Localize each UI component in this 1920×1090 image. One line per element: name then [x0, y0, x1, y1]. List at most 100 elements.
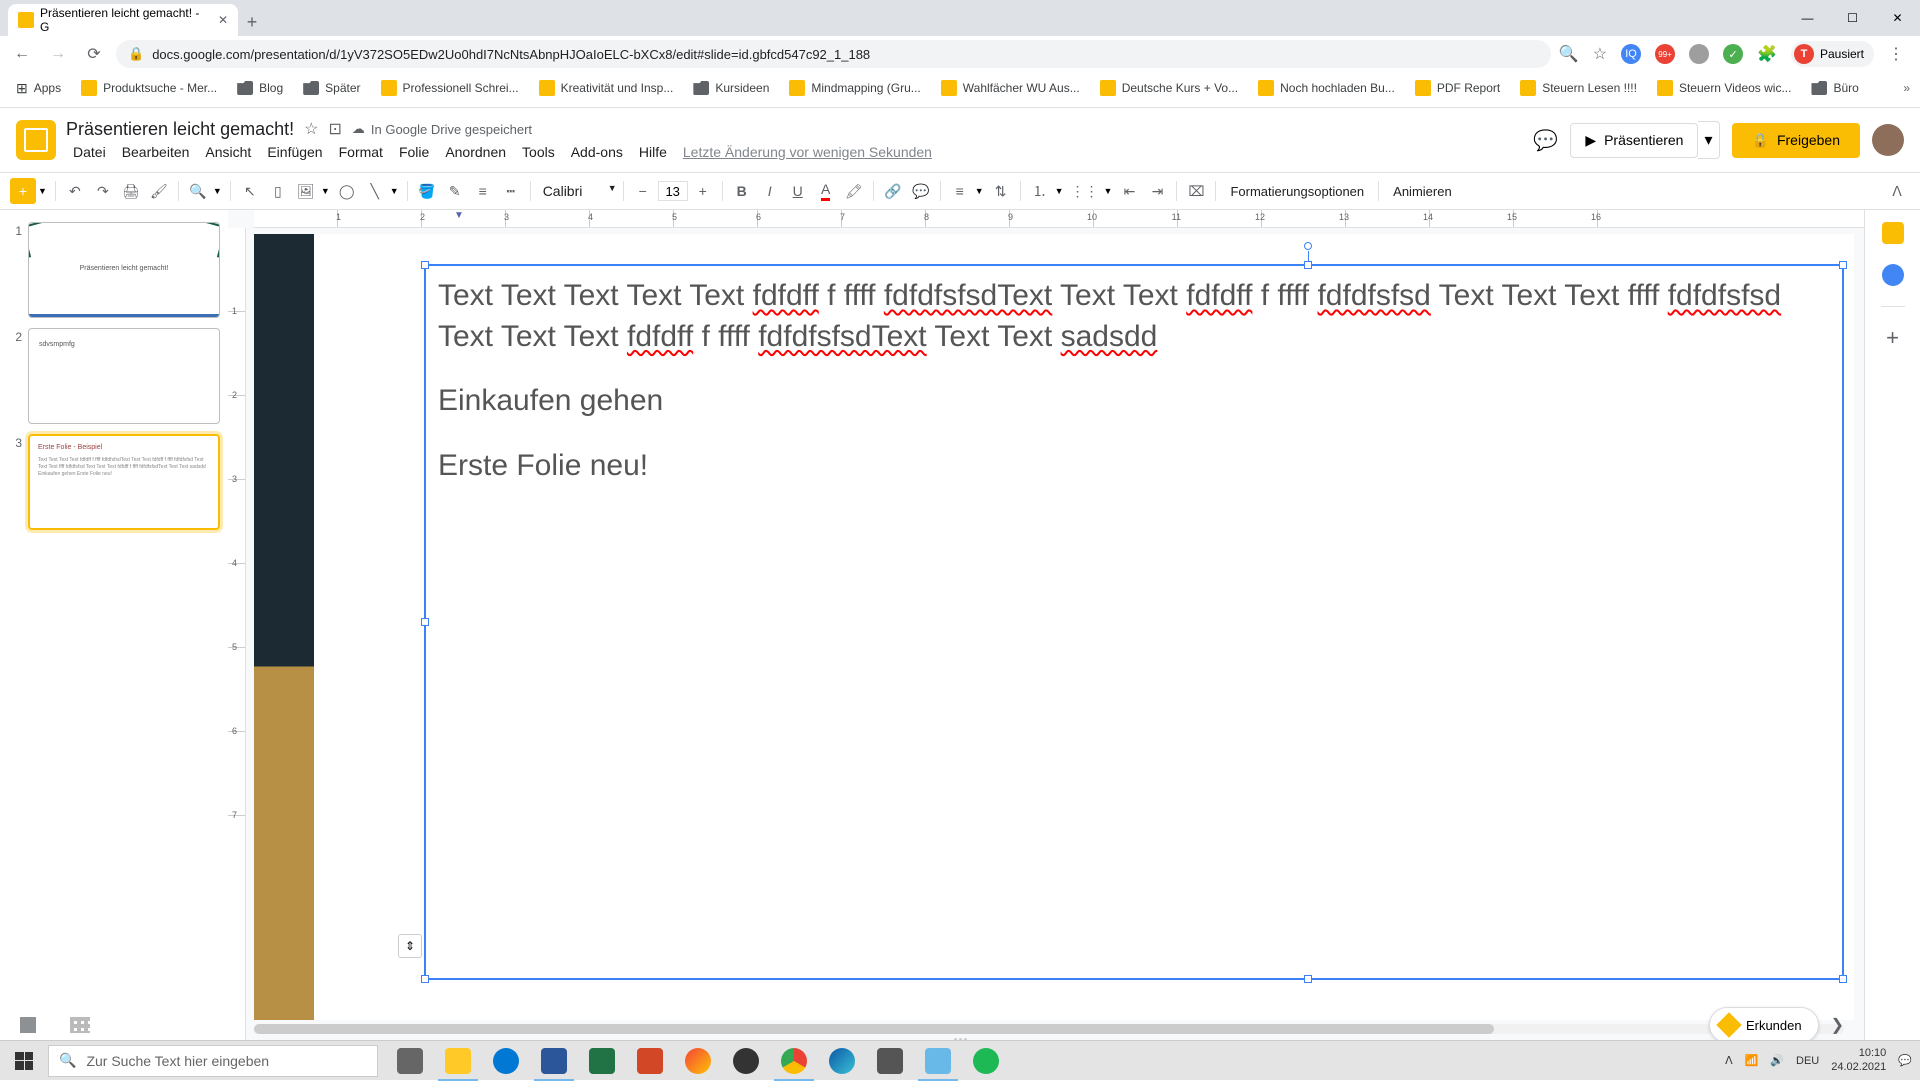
- notifications-icon[interactable]: 💬: [1898, 1054, 1912, 1067]
- menu-format[interactable]: Format: [332, 142, 390, 162]
- word-icon[interactable]: [530, 1041, 578, 1081]
- task-view-icon[interactable]: [386, 1041, 434, 1081]
- next-slide-arrow-icon[interactable]: ❯: [1831, 1015, 1844, 1035]
- text-content[interactable]: Text Text Text Text Text fdfdff f ffff f…: [426, 266, 1842, 520]
- bookmark-item[interactable]: Produktsuche - Mer...: [75, 76, 223, 100]
- last-change-link[interactable]: Letzte Änderung vor wenigen Sekunden: [676, 142, 939, 162]
- reload-button[interactable]: ⟳: [80, 40, 108, 68]
- new-tab-button[interactable]: +: [238, 8, 266, 36]
- app-icon[interactable]: [674, 1041, 722, 1081]
- present-dropdown[interactable]: ▾: [1698, 121, 1719, 159]
- forward-button[interactable]: →: [44, 40, 72, 68]
- new-slide-dropdown[interactable]: ▼: [38, 186, 49, 196]
- font-select[interactable]: Calibri ▼: [537, 183, 617, 199]
- resize-handle[interactable]: [1839, 261, 1847, 269]
- drive-status[interactable]: ☁In Google Drive gespeichert: [352, 121, 532, 137]
- paragraph-3[interactable]: Erste Folie neu!: [438, 446, 1830, 487]
- bookmark-item[interactable]: PDF Report: [1409, 76, 1506, 100]
- menu-edit[interactable]: Bearbeiten: [115, 142, 197, 162]
- resize-handle[interactable]: [421, 261, 429, 269]
- move-icon[interactable]: ⊡: [328, 119, 341, 139]
- bookmark-star-icon[interactable]: ☆: [1593, 44, 1607, 64]
- excel-icon[interactable]: [578, 1041, 626, 1081]
- volume-icon[interactable]: 🔊: [1770, 1054, 1784, 1067]
- network-icon[interactable]: 📶: [1745, 1054, 1759, 1067]
- paragraph-1[interactable]: Text Text Text Text Text fdfdff f ffff f…: [438, 276, 1830, 357]
- edge-icon[interactable]: [482, 1041, 530, 1081]
- shape-tool[interactable]: ◯: [334, 178, 360, 204]
- horizontal-ruler[interactable]: 1 2 3 4 5 6 7 8 9 10 11 12 13 14 15 16: [254, 210, 1864, 228]
- undo-button[interactable]: ↶: [62, 178, 88, 204]
- maximize-button[interactable]: ☐: [1830, 0, 1875, 36]
- menu-help[interactable]: Hilfe: [632, 142, 674, 162]
- resize-handle[interactable]: [421, 618, 429, 626]
- bookmark-item[interactable]: Später: [297, 77, 366, 99]
- extension-icon[interactable]: 99+: [1655, 44, 1675, 64]
- menu-insert[interactable]: Einfügen: [260, 142, 329, 162]
- bookmark-item[interactable]: Büro: [1805, 77, 1864, 99]
- text-color-button[interactable]: A: [813, 178, 839, 204]
- share-button[interactable]: 🔒 Freigeben: [1732, 123, 1860, 158]
- line-spacing-button[interactable]: ⇅: [988, 178, 1014, 204]
- font-size-increase[interactable]: +: [690, 178, 716, 204]
- present-button[interactable]: ▶ Präsentieren: [1570, 123, 1698, 158]
- indent-increase-button[interactable]: ⇥: [1144, 178, 1170, 204]
- browser-tab[interactable]: Präsentieren leicht gemacht! - G ✕: [8, 4, 238, 36]
- notepad-icon[interactable]: [914, 1041, 962, 1081]
- document-title[interactable]: Präsentieren leicht gemacht!: [66, 119, 294, 140]
- address-bar[interactable]: 🔒 docs.google.com/presentation/d/1yV372S…: [116, 40, 1551, 68]
- edge-icon[interactable]: [818, 1041, 866, 1081]
- bookmark-item[interactable]: Wahlfächer WU Aus...: [935, 76, 1086, 100]
- clear-formatting-button[interactable]: ⌧: [1183, 178, 1209, 204]
- animate-button[interactable]: Animieren: [1385, 184, 1460, 199]
- profile-chip[interactable]: T Pausiert: [1791, 41, 1874, 67]
- browser-menu-icon[interactable]: ⋮: [1888, 44, 1904, 64]
- app-icon[interactable]: [866, 1041, 914, 1081]
- menu-slide[interactable]: Folie: [392, 142, 436, 162]
- menu-arrange[interactable]: Anordnen: [438, 142, 513, 162]
- spotify-icon[interactable]: [962, 1041, 1010, 1081]
- paint-format-button[interactable]: 🖌: [146, 178, 172, 204]
- border-color-button[interactable]: ✎: [442, 178, 468, 204]
- redo-button[interactable]: ↷: [90, 178, 116, 204]
- border-dash-button[interactable]: ┅: [498, 178, 524, 204]
- highlight-button[interactable]: 🖍: [841, 178, 867, 204]
- image-tool[interactable]: 🖼: [293, 178, 319, 204]
- explore-button[interactable]: Erkunden: [1709, 1007, 1819, 1043]
- bookmark-item[interactable]: Deutsche Kurs + Vo...: [1094, 76, 1244, 100]
- extensions-menu-icon[interactable]: 🧩: [1757, 44, 1777, 64]
- bookmarks-overflow-icon[interactable]: »: [1903, 81, 1910, 95]
- user-avatar[interactable]: [1872, 124, 1904, 156]
- minimize-button[interactable]: —: [1785, 0, 1830, 36]
- back-button[interactable]: ←: [8, 40, 36, 68]
- fill-color-button[interactable]: 🪣: [414, 178, 440, 204]
- language-indicator[interactable]: DEU: [1796, 1055, 1819, 1067]
- slide-canvas[interactable]: ⇕ Text Text Text Text Text fdfdff f ffff…: [254, 234, 1854, 1020]
- collapse-toolbar-icon[interactable]: ᐱ: [1884, 178, 1910, 204]
- font-size-decrease[interactable]: −: [630, 178, 656, 204]
- bookmark-item[interactable]: Blog: [231, 77, 289, 99]
- filmstrip-view-icon[interactable]: [20, 1017, 40, 1033]
- chrome-icon[interactable]: [770, 1041, 818, 1081]
- italic-button[interactable]: I: [757, 178, 783, 204]
- bookmark-item[interactable]: Noch hochladen Bu...: [1252, 76, 1401, 100]
- resize-handle[interactable]: [1304, 261, 1312, 269]
- zoom-icon[interactable]: 🔍: [1559, 44, 1579, 64]
- start-button[interactable]: [0, 1041, 48, 1081]
- numbered-list-button[interactable]: ⒈: [1027, 178, 1053, 204]
- vertical-ruler[interactable]: 1 2 3 4 5 6 7: [228, 228, 246, 1040]
- obs-icon[interactable]: [722, 1041, 770, 1081]
- powerpoint-icon[interactable]: [626, 1041, 674, 1081]
- resize-handle[interactable]: [1839, 975, 1847, 983]
- bulleted-list-button[interactable]: ⋮⋮: [1068, 178, 1102, 204]
- bookmark-item[interactable]: Kreativität und Insp...: [533, 76, 680, 100]
- file-explorer-icon[interactable]: [434, 1041, 482, 1081]
- zoom-dropdown[interactable]: ▼: [213, 186, 224, 196]
- bookmark-item[interactable]: Steuern Videos wic...: [1651, 76, 1798, 100]
- format-options-button[interactable]: Formatierungsoptionen: [1222, 184, 1372, 199]
- slide-thumbnail-3[interactable]: Erste Folie - Beispiel Text Text Text Te…: [28, 434, 220, 530]
- bookmark-item[interactable]: Kursideen: [687, 77, 775, 99]
- menu-addons[interactable]: Add-ons: [564, 142, 630, 162]
- comments-icon[interactable]: 💬: [1533, 128, 1558, 153]
- font-size-input[interactable]: 13: [658, 181, 688, 201]
